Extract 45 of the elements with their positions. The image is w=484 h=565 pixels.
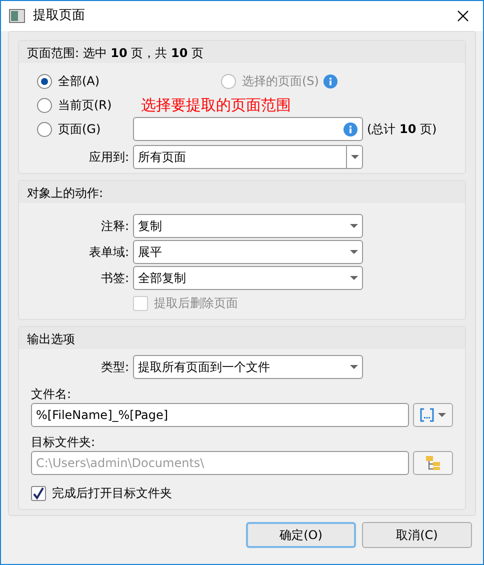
info-icon xyxy=(322,74,338,88)
ok-button[interactable]: 确定(O) xyxy=(246,522,356,548)
dropdown[interactable]: 提取所有页面到一个文件 xyxy=(133,355,363,379)
text-field[interactable]: %[FileName]_%[Page] xyxy=(31,403,409,427)
checkbox-label[interactable]: 完成后打开目标文件夹 xyxy=(52,484,172,502)
dropdown[interactable]: 全部复制 xyxy=(133,266,363,290)
hint-text: 选择要提取的页面范围 xyxy=(141,94,291,116)
field-label: 文件名: xyxy=(31,386,72,403)
variables-button[interactable] xyxy=(413,403,453,427)
total-pages-text: (总计 10 页) xyxy=(367,121,437,138)
caret-icon xyxy=(438,413,446,417)
caret-icon xyxy=(350,365,358,369)
field-label: 表单域: xyxy=(88,244,129,261)
radio-label[interactable]: 全部(A) xyxy=(58,72,100,90)
caret-icon xyxy=(350,155,358,159)
browse-button[interactable] xyxy=(413,451,453,475)
dropdown[interactable]: 所有页面 xyxy=(133,145,363,169)
field-label: 类型: xyxy=(100,359,129,376)
pages-field[interactable] xyxy=(133,117,363,141)
radio-label[interactable]: 当前页(R) xyxy=(58,96,112,114)
dropdown[interactable]: 展平 xyxy=(133,240,363,264)
caret-icon xyxy=(350,276,358,280)
field-label: 注释: xyxy=(100,218,129,235)
radio-button[interactable] xyxy=(37,74,52,88)
group-title: 输出选项 xyxy=(27,332,75,346)
group-title: 页面范围: 选中 10 页，共 10 页 xyxy=(27,46,204,60)
checkbox[interactable] xyxy=(31,486,46,500)
folder-icon xyxy=(425,455,441,471)
info-icon xyxy=(343,122,358,136)
window-title: 提取页面 xyxy=(33,7,86,26)
brackets-icon xyxy=(420,408,434,422)
caret-icon xyxy=(350,250,358,254)
field-label: 目标文件夹: xyxy=(31,434,96,451)
app-icon xyxy=(9,9,25,23)
radio-button[interactable] xyxy=(37,98,52,112)
field-label: 书签: xyxy=(100,270,129,287)
caret-icon xyxy=(350,224,358,228)
cancel-button[interactable]: 取消(C) xyxy=(362,522,472,548)
check-icon xyxy=(32,486,45,500)
field-label: 应用到: xyxy=(88,149,129,166)
group-title: 对象上的动作: xyxy=(27,186,104,200)
radio-button[interactable] xyxy=(37,122,52,136)
radio-label[interactable]: 页面(G) xyxy=(58,120,101,138)
close-icon xyxy=(457,10,469,22)
dropdown[interactable]: 复制 xyxy=(133,214,363,238)
